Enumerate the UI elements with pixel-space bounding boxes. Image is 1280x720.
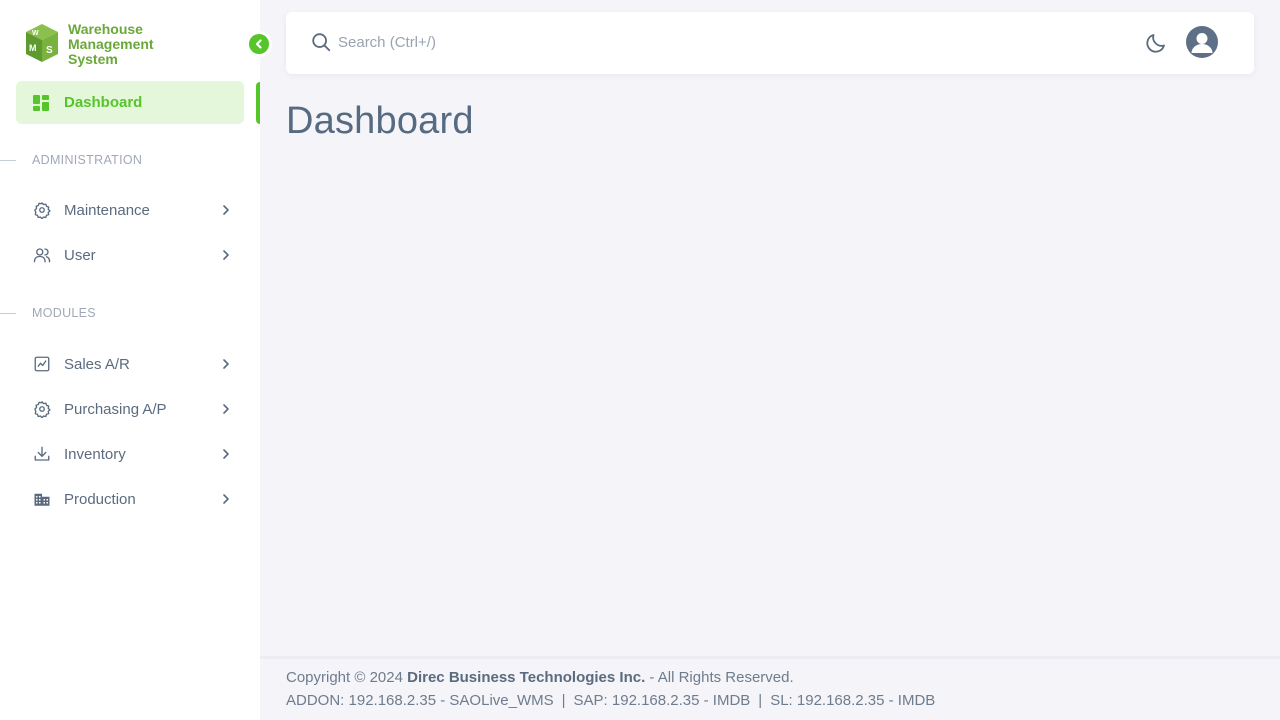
- sidebar-item-purchasing-ap[interactable]: Purchasing A/P: [16, 389, 244, 429]
- sidebar-item-label: User: [64, 246, 96, 264]
- gear-icon: [32, 200, 52, 220]
- sidebar-item-production[interactable]: Production: [16, 479, 244, 519]
- chevron-right-icon: [223, 205, 229, 215]
- rights-text: - All Rights Reserved.: [649, 669, 794, 686]
- sidebar-item-label: Inventory: [64, 445, 126, 463]
- search-input[interactable]: [338, 30, 838, 54]
- download-tray-icon: [32, 444, 52, 464]
- sidebar-item-label: Maintenance: [64, 201, 150, 219]
- section-header-administration: ADMINISTRATION: [0, 152, 142, 168]
- user-avatar-icon: [1191, 33, 1213, 53]
- sidebar-item-label: Sales A/R: [64, 355, 130, 373]
- chevron-right-icon: [223, 404, 229, 414]
- footer-server-info: ADDON: 192.168.2.35 - SAOLive_WMS | SAP: 1…: [286, 692, 935, 709]
- dashboard-grid-icon: [33, 94, 49, 111]
- section-title: ADMINISTRATION: [32, 153, 143, 167]
- sidebar-item-label: Production: [64, 490, 136, 508]
- brand-name: Warehouse Management System: [68, 21, 154, 67]
- search-icon[interactable]: [310, 31, 332, 53]
- page-title: Dashboard: [286, 100, 474, 142]
- chevron-right-icon: [223, 250, 229, 260]
- sidebar-item-dashboard[interactable]: Dashboard: [16, 81, 244, 124]
- chevron-right-icon: [223, 449, 229, 459]
- sidebar-item-inventory[interactable]: Inventory: [16, 434, 244, 474]
- sidebar-item-maintenance[interactable]: Maintenance: [16, 190, 244, 230]
- top-navbar: [286, 12, 1254, 74]
- sidebar-item-user[interactable]: User: [16, 235, 244, 275]
- chart-line-icon: [32, 354, 52, 374]
- company-name: Direc Business Technologies Inc.: [407, 669, 646, 686]
- svg-text:S: S: [46, 45, 53, 56]
- building-icon: [32, 489, 52, 509]
- separator: |: [561, 692, 566, 709]
- sl-info: SL: 192.168.2.35 - IMDB: [770, 692, 936, 709]
- sidebar: W M S Warehouse Management System Dashbo…: [0, 0, 260, 720]
- brand[interactable]: W M S Warehouse Management System: [24, 22, 188, 67]
- section-divider: [0, 312, 16, 314]
- section-header-modules: MODULES: [0, 305, 96, 321]
- sidebar-collapse-button[interactable]: [246, 31, 272, 57]
- users-icon: [32, 245, 52, 265]
- sap-info: SAP: 192.168.2.35 - IMDB: [573, 692, 751, 709]
- chevron-right-icon: [223, 359, 229, 369]
- active-indicator: [256, 82, 260, 124]
- section-divider: [0, 159, 16, 161]
- theme-toggle-moon-icon[interactable]: [1144, 31, 1168, 55]
- separator: |: [758, 692, 763, 709]
- addon-info: ADDON: 192.168.2.35 - SAOLive_WMS: [286, 692, 554, 709]
- section-title: MODULES: [32, 306, 96, 320]
- footer-copyright: Copyright © 2024 Direc Business Technolo…: [286, 669, 794, 686]
- chevron-left-icon: [255, 39, 262, 49]
- gear-icon: [32, 399, 52, 419]
- sidebar-item-sales-ar[interactable]: Sales A/R: [16, 344, 244, 384]
- copyright-text: Copyright © 2024: [286, 669, 403, 686]
- sidebar-item-label: Dashboard: [64, 94, 143, 111]
- chevron-right-icon: [223, 494, 229, 504]
- footer: Copyright © 2024 Direc Business Technolo…: [260, 656, 1280, 720]
- svg-text:W: W: [32, 30, 39, 37]
- wms-logo-icon: W M S: [26, 24, 58, 62]
- svg-text:M: M: [29, 43, 37, 53]
- user-avatar[interactable]: [1186, 26, 1218, 58]
- sidebar-item-label: Purchasing A/P: [64, 400, 167, 418]
